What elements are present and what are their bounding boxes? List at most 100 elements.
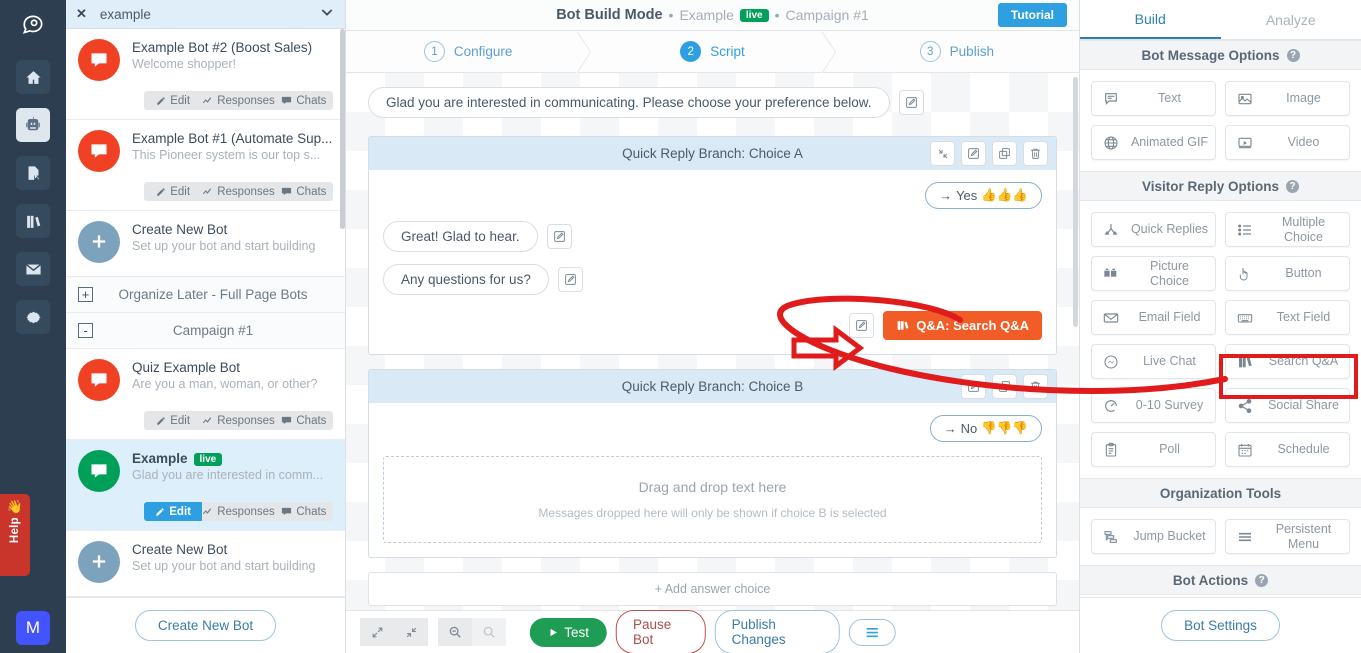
rail-item-pages[interactable]: [16, 156, 50, 190]
bot-responses-button[interactable]: Responses: [202, 91, 275, 110]
bot-main[interactable]: Create New Bot Set up your bot and start…: [66, 531, 345, 596]
collapse-icon[interactable]: -: [78, 323, 93, 338]
option-text-field[interactable]: Text Field: [1225, 300, 1350, 335]
qa-search-button[interactable]: Q&A: Search Q&A: [883, 311, 1042, 340]
group-campaign-1[interactable]: - Campaign #1: [66, 313, 345, 349]
list-item-create-new-bot[interactable]: Create New Bot Set up your bot and start…: [66, 531, 345, 597]
help-icon[interactable]: ?: [1255, 573, 1269, 587]
intro-message-bubble[interactable]: Glad you are interested in communicating…: [368, 87, 890, 118]
collapse-icon[interactable]: [930, 141, 955, 166]
option-text[interactable]: Text: [1091, 81, 1216, 116]
duplicate-icon[interactable]: [992, 141, 1017, 166]
quick-reply-yes[interactable]: → Yes 👍👍👍: [925, 182, 1042, 209]
edit-icon[interactable]: [546, 224, 572, 249]
option-email-field[interactable]: Email Field: [1091, 300, 1216, 335]
drag-drop-zone[interactable]: Drag and drop text here Messages dropped…: [383, 456, 1042, 543]
option-video[interactable]: Video: [1225, 125, 1350, 160]
bot-responses-button[interactable]: Responses: [202, 411, 275, 430]
create-new-bot-button[interactable]: Create New Bot: [134, 610, 277, 641]
bot-chats-button[interactable]: Chats: [274, 411, 333, 430]
option-image[interactable]: Image: [1225, 81, 1350, 116]
bot-main[interactable]: Example Bot #1 (Automate Sup... This Pio…: [66, 120, 345, 178]
help-icon[interactable]: ?: [1286, 179, 1300, 193]
step-publish[interactable]: 3 Publish: [835, 31, 1079, 72]
help-tab-label: Help: [9, 517, 21, 544]
hamburger-icon[interactable]: [848, 618, 896, 646]
list-item[interactable]: Example Bot #1 (Automate Sup... This Pio…: [66, 120, 345, 211]
option-jump-bucket[interactable]: Jump Bucket: [1091, 519, 1216, 554]
rail-item-home[interactable]: [16, 60, 50, 94]
edit-icon[interactable]: [557, 267, 583, 292]
bot-main[interactable]: Create New Bot Set up your bot and start…: [66, 211, 345, 276]
bot-chats-button[interactable]: Chats: [274, 502, 333, 521]
bot-edit-button[interactable]: Edit: [144, 91, 203, 110]
rail-item-email[interactable]: [16, 252, 50, 286]
option-schedule[interactable]: Schedule: [1225, 432, 1350, 467]
message-bubble[interactable]: Great! Glad to hear.: [383, 221, 538, 252]
option-survey[interactable]: 0-10 Survey: [1091, 388, 1216, 423]
bot-responses-button[interactable]: Responses: [202, 182, 275, 201]
help-tab[interactable]: 👋 Help: [0, 494, 30, 576]
expand-icon[interactable]: +: [78, 287, 93, 302]
duplicate-icon[interactable]: [992, 374, 1017, 399]
sidebar-search-bar[interactable]: ✕ example: [66, 0, 345, 29]
tab-analyze[interactable]: Analyze: [1221, 0, 1361, 39]
option-persistent-menu[interactable]: Persistent Menu: [1225, 519, 1350, 554]
collapse-icon[interactable]: [394, 618, 428, 646]
option-social-share[interactable]: Social Share: [1225, 388, 1350, 423]
option-button[interactable]: Button: [1225, 256, 1350, 291]
search-input[interactable]: example: [100, 7, 319, 22]
rail-item-library[interactable]: [16, 204, 50, 238]
step-script[interactable]: 2 Script: [590, 31, 836, 74]
option-live-chat[interactable]: Live Chat: [1091, 344, 1216, 379]
option-poll[interactable]: Poll: [1091, 432, 1216, 467]
option-quick-replies[interactable]: Quick Replies: [1091, 212, 1216, 247]
group-organize-later[interactable]: + Organize Later - Full Page Bots: [66, 277, 345, 313]
bot-edit-button[interactable]: Edit: [144, 411, 203, 430]
chevron-down-icon[interactable]: [319, 4, 335, 25]
option-multiple-choice[interactable]: Multiple Choice: [1225, 212, 1350, 247]
delete-icon[interactable]: [1023, 374, 1048, 399]
bot-edit-button[interactable]: Edit: [144, 502, 203, 521]
bot-main[interactable]: Quiz Example Bot Are you a man, woman, o…: [66, 349, 345, 407]
sidebar-scrollbar[interactable]: [340, 29, 345, 229]
bot-settings-button[interactable]: Bot Settings: [1161, 610, 1280, 641]
option-search-qa[interactable]: Search Q&A: [1225, 344, 1350, 379]
list-item[interactable]: Quiz Example Bot Are you a man, woman, o…: [66, 349, 345, 440]
delete-icon[interactable]: [1023, 141, 1048, 166]
rail-item-settings[interactable]: [16, 300, 50, 334]
list-item-create-new-bot[interactable]: Create New Bot Set up your bot and start…: [66, 211, 345, 277]
publish-changes-button[interactable]: Publish Changes: [714, 610, 840, 653]
tab-build[interactable]: Build: [1080, 0, 1221, 39]
add-answer-choice-button[interactable]: + Add answer choice: [368, 572, 1057, 606]
pause-bot-button[interactable]: Pause Bot: [616, 610, 706, 653]
edit-icon[interactable]: [961, 374, 986, 399]
bot-main[interactable]: Example Bot #2 (Boost Sales) Welcome sho…: [66, 29, 345, 87]
zoom-out-icon[interactable]: [472, 618, 506, 646]
test-button[interactable]: Test: [529, 617, 608, 647]
close-icon[interactable]: ✕: [76, 6, 87, 22]
edit-icon[interactable]: [961, 141, 986, 166]
message-bubble[interactable]: Any questions for us?: [383, 264, 549, 295]
edit-icon[interactable]: [849, 313, 875, 338]
bot-chats-button[interactable]: Chats: [274, 91, 333, 110]
bot-chats-button[interactable]: Chats: [274, 182, 333, 201]
zoom-in-icon[interactable]: [438, 618, 472, 646]
bot-edit-button[interactable]: Edit: [144, 182, 203, 201]
bot-main[interactable]: Example live Glad you are interested in c…: [66, 440, 345, 498]
rail-item-bots[interactable]: [16, 108, 50, 142]
help-icon[interactable]: ?: [1286, 48, 1300, 62]
list-item[interactable]: Example Bot #2 (Boost Sales) Welcome sho…: [66, 29, 345, 120]
edit-icon[interactable]: [898, 90, 924, 115]
brand-logo[interactable]: [0, 0, 66, 50]
bot-responses-button[interactable]: Responses: [202, 502, 275, 521]
list-item-selected[interactable]: Example live Glad you are interested in c…: [66, 440, 345, 531]
expand-icon[interactable]: [360, 618, 394, 646]
quick-reply-no[interactable]: → No 👎👎👎: [929, 415, 1042, 442]
user-avatar[interactable]: M: [16, 611, 50, 645]
option-animated-gif[interactable]: Animated GIF: [1091, 125, 1216, 160]
tutorial-button[interactable]: Tutorial: [997, 3, 1067, 27]
step-configure[interactable]: 1 Configure: [346, 31, 592, 74]
option-picture-choice[interactable]: Picture Choice: [1091, 256, 1216, 291]
canvas-scrollbar[interactable]: [1073, 77, 1078, 327]
